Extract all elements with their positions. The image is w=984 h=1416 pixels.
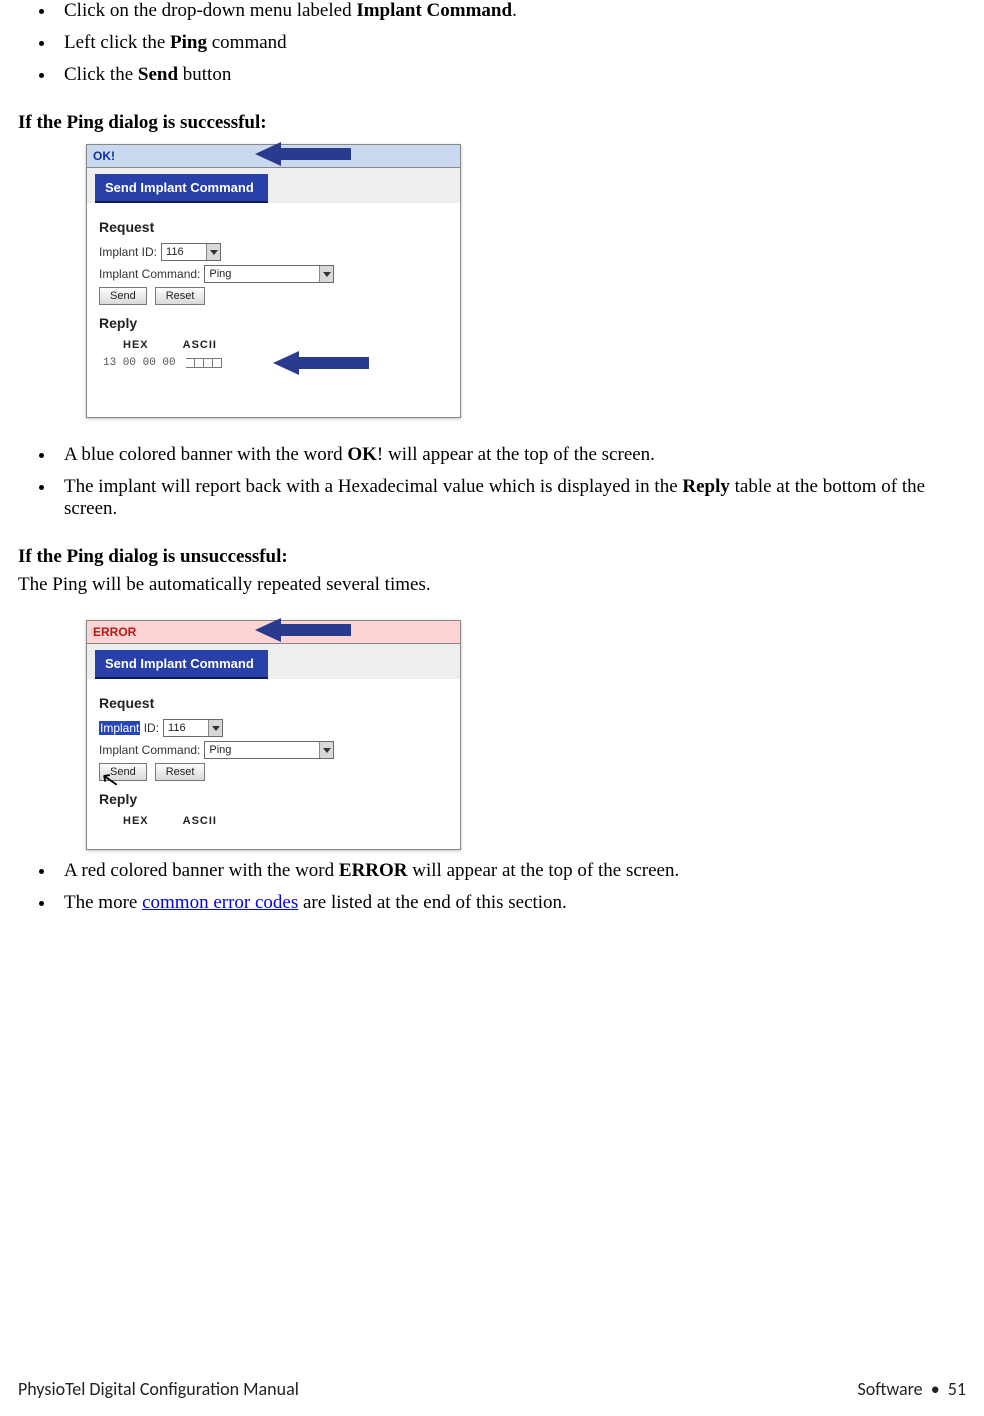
text-bold: Send — [138, 64, 178, 85]
fail-heading: If the Ping dialog is unsuccessful: — [18, 546, 966, 568]
col-hex: HEX — [123, 339, 149, 351]
tab-bar: Send Implant Command — [87, 644, 460, 679]
text-bold: Reply — [682, 476, 730, 497]
text: will appear at the top of the screen. — [408, 860, 680, 881]
text: Click on the drop-down menu labeled — [64, 0, 356, 21]
col-ascii: ASCII — [183, 815, 217, 827]
success-bullets: A blue colored banner with the word OK! … — [56, 444, 966, 520]
reply-heading: Reply — [99, 791, 450, 807]
implant-id-select[interactable]: 116 — [163, 719, 223, 737]
request-heading: Request — [99, 219, 450, 235]
implant-command-select[interactable]: Ping — [204, 741, 334, 759]
implant-command-label: Implant Command: — [99, 267, 200, 281]
text: are listed at the end of this section. — [298, 892, 567, 913]
text: Click the — [64, 64, 138, 85]
banner-text: OK! — [93, 149, 115, 163]
arrow-icon — [255, 618, 350, 642]
implant-command-select[interactable]: Ping — [204, 265, 334, 283]
intro-bullets: Click on the drop-down menu labeled Impl… — [56, 0, 966, 86]
page-number: 51 — [948, 1378, 966, 1400]
footer-section: Software — [857, 1378, 922, 1400]
page-footer: PhysioTel Digital Configuration Manual S… — [18, 1378, 966, 1400]
reset-button[interactable]: Reset — [155, 287, 206, 305]
implant-id-select[interactable]: 116 — [161, 243, 221, 261]
arrow-icon — [273, 351, 363, 375]
common-error-codes-link[interactable]: common error codes — [142, 892, 298, 913]
select-value: Ping — [209, 268, 231, 280]
text: ID: — [140, 721, 159, 735]
list-item: A blue colored banner with the word OK! … — [56, 444, 966, 466]
text: The more — [64, 892, 142, 913]
implant-id-label: Implant ID: — [99, 245, 157, 259]
implant-command-label: Implant Command: — [99, 743, 200, 757]
col-hex: HEX — [123, 815, 149, 827]
text-bold: ERROR — [339, 860, 408, 881]
footer-right: Software • 51 — [857, 1378, 966, 1400]
text: A red colored banner with the word — [64, 860, 339, 881]
col-ascii: ASCII — [183, 339, 217, 351]
text: button — [178, 64, 231, 85]
panel-body: Request Implant ID: 116 Implant Command:… — [87, 679, 460, 849]
tab-bar: Send Implant Command — [87, 168, 460, 203]
panel-body: Request Implant ID: 116 Implant Command:… — [87, 203, 460, 417]
fail-bullets: A red colored banner with the word ERROR… — [56, 860, 966, 914]
tab-send-implant[interactable]: Send Implant Command — [95, 174, 268, 203]
bullet-icon: • — [927, 1378, 944, 1400]
chevron-down-icon — [208, 720, 222, 736]
arrow-icon — [255, 142, 350, 166]
success-screenshot: OK! Send Implant Command Request Implant… — [86, 144, 461, 418]
list-item: Left click the Ping command — [56, 32, 966, 54]
success-heading: If the Ping dialog is successful: — [18, 112, 966, 134]
list-item: Click the Send button — [56, 64, 966, 86]
reply-heading: Reply — [99, 315, 450, 331]
text: . — [512, 0, 517, 21]
status-banner-error: ERROR — [87, 621, 460, 644]
text-highlight: Implant — [99, 721, 140, 735]
text-bold: Ping — [170, 32, 207, 53]
text-bold: Implant Command — [356, 0, 512, 21]
text: ! will appear at the top of the screen. — [377, 444, 655, 465]
list-item: The implant will report back with a Hexa… — [56, 476, 966, 520]
footer-left: PhysioTel Digital Configuration Manual — [18, 1378, 299, 1400]
text: A blue colored banner with the word — [64, 444, 347, 465]
text: command — [207, 32, 287, 53]
send-button[interactable]: Send — [99, 287, 147, 305]
banner-text: ERROR — [93, 625, 136, 639]
list-item: A red colored banner with the word ERROR… — [56, 860, 966, 882]
fail-intro: The Ping will be automatically repeated … — [18, 574, 966, 596]
hex-value: 13 00 00 00 — [103, 357, 176, 369]
chevron-down-icon — [319, 742, 333, 758]
text: The implant will report back with a Hexa… — [64, 476, 682, 497]
chevron-down-icon — [319, 266, 333, 282]
ascii-value — [186, 358, 222, 368]
chevron-down-icon — [206, 244, 220, 260]
text: Left click the — [64, 32, 170, 53]
list-item: The more common error codes are listed a… — [56, 892, 966, 914]
status-banner-ok: OK! — [87, 145, 460, 168]
text-bold: OK — [347, 444, 377, 465]
select-value: Ping — [209, 744, 231, 756]
request-heading: Request — [99, 695, 450, 711]
reset-button[interactable]: Reset — [155, 763, 206, 781]
select-value: 116 — [168, 722, 186, 734]
list-item: Click on the drop-down menu labeled Impl… — [56, 0, 966, 22]
select-value: 116 — [166, 246, 184, 258]
tab-send-implant[interactable]: Send Implant Command — [95, 650, 268, 679]
fail-screenshot: ERROR Send Implant Command Request Impla… — [86, 620, 461, 850]
implant-id-label: Implant ID: — [99, 721, 159, 735]
